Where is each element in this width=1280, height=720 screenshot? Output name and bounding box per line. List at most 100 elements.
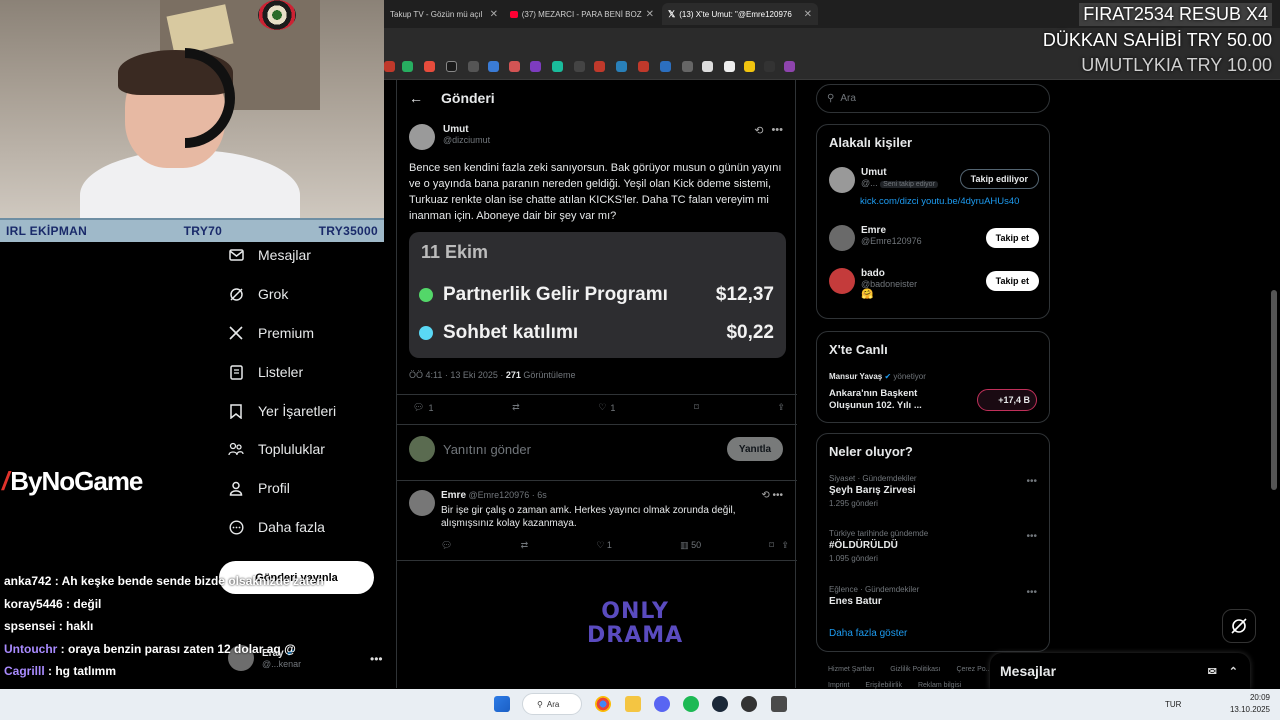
repost-icon[interactable]: ⇄ [512, 402, 520, 413]
bookmark-icon[interactable]: ⌑ ⇪ [769, 540, 789, 551]
reply-composer[interactable]: Yanıtını gönder [409, 436, 531, 462]
more-icon[interactable]: ••• [1026, 587, 1037, 598]
more-circle-icon [228, 519, 244, 535]
reply-input[interactable]: Yanıtını gönder [443, 442, 531, 457]
nav-messages[interactable]: Mesajlar [228, 247, 311, 263]
close-icon[interactable]: ✕ [646, 9, 654, 20]
nav-communities[interactable]: Topluluklar [228, 441, 325, 457]
nav-bookmarks[interactable]: Yer İşaretleri [228, 403, 336, 419]
bookmark-icon[interactable] [764, 61, 775, 72]
avatar[interactable] [409, 490, 435, 516]
bookmark-icon[interactable] [594, 61, 605, 72]
post-image[interactable]: 11 Ekim Partnerlik Gelir Programı $12,37… [409, 232, 786, 358]
bookmark-icon[interactable] [424, 61, 435, 72]
more-icon[interactable]: ⟲ ••• [761, 490, 783, 501]
calculator-icon[interactable] [771, 696, 787, 712]
nav-grok[interactable]: Grok [228, 286, 288, 302]
bookmark-icon[interactable] [402, 61, 413, 72]
footer-link[interactable]: Imprint [828, 682, 849, 689]
repost-icon[interactable]: ⇄ [521, 540, 529, 551]
bookmark-icon[interactable] [446, 61, 457, 72]
like-action[interactable]: ♡ 1 [598, 402, 615, 413]
back-arrow-icon[interactable]: ← [409, 90, 423, 106]
avatar[interactable] [829, 268, 855, 294]
bookmark-icon[interactable] [682, 61, 693, 72]
trend-item[interactable]: Siyaset · Gündemdekiler Şeyh Barış Zirve… [829, 474, 917, 508]
related-person[interactable]: Umut @... Seni takip ediyor [829, 167, 938, 193]
tab-takup[interactable]: Takup TV - Gözün mü açıl ✕ [384, 3, 504, 25]
views-action[interactable]: ▥ 50 [680, 540, 701, 551]
bookmark-icon[interactable] [744, 61, 755, 72]
nav-premium[interactable]: Premium [228, 325, 314, 341]
discord-icon[interactable] [654, 696, 670, 712]
like-action[interactable]: ♡ 1 [596, 540, 612, 551]
bookmark-icon[interactable] [638, 61, 649, 72]
new-message-icon[interactable]: ✉ [1208, 665, 1217, 678]
messages-drawer[interactable]: Mesajlar ✉ ⌃ [990, 653, 1250, 689]
clock[interactable]: 20:09 13.10.2025 [1230, 692, 1270, 716]
reply-action[interactable]: 💬︎ 1 [413, 402, 433, 413]
follow-button[interactable]: Takip et [985, 228, 1039, 248]
bookmark-icon[interactable] [724, 61, 735, 72]
bookmark-icon[interactable] [384, 61, 395, 72]
live-listener-count[interactable]: +17,4 B [977, 389, 1037, 411]
reply-button[interactable]: Yanıtla [727, 437, 783, 461]
show-more-link[interactable]: Daha fazla göster [829, 628, 907, 639]
author-name[interactable]: Umut [443, 124, 490, 135]
spotify-icon[interactable] [683, 696, 699, 712]
bio-link[interactable]: kick.com/dizci youtu.be/4dyruAHUs40 [860, 196, 1019, 207]
bookmark-icon[interactable] [616, 61, 627, 72]
close-icon[interactable]: ✕ [490, 9, 498, 20]
related-person[interactable]: Emre @Emre120976 [829, 225, 922, 251]
bookmark-icon[interactable] [552, 61, 563, 72]
expand-icon[interactable]: ⌃ [1229, 665, 1238, 678]
live-card[interactable]: X'te Canlı Mansur Yavaş ✔ yönetiyor Anka… [816, 331, 1050, 423]
chrome-icon[interactable] [595, 696, 611, 712]
reply-icon[interactable]: 💬︎ [441, 540, 452, 551]
footer-link[interactable]: Erişilebilirlik [865, 682, 902, 689]
trend-item[interactable]: Türkiye tarihinde gündemde #ÖLDÜRÜLDÜ 1.… [829, 529, 928, 563]
search-input[interactable]: ⚲ Ara [816, 84, 1050, 113]
post-author[interactable]: Umut @dizciumut [409, 124, 490, 150]
avatar[interactable] [829, 225, 855, 251]
folder-icon[interactable] [625, 696, 641, 712]
tab-x[interactable]: 𝕏 (13) X'te Umut: "@Emre120976 ✕ [662, 3, 818, 25]
bookmark-icon[interactable] [530, 61, 541, 72]
grok-button[interactable] [1222, 609, 1256, 643]
footer-link[interactable]: Hizmet Şartları [828, 666, 874, 673]
steam-icon[interactable] [712, 696, 728, 712]
bookmark-icon[interactable] [702, 61, 713, 72]
close-icon[interactable]: ✕ [804, 9, 812, 20]
share-icon[interactable]: ⇪ [777, 402, 785, 413]
following-button[interactable]: Takip ediliyor [959, 169, 1039, 189]
follow-button[interactable]: Takip et [985, 271, 1039, 291]
footer-link[interactable]: Çerez Po... [956, 666, 991, 673]
more-icon[interactable]: ••• [771, 124, 783, 137]
bookmark-icon[interactable] [660, 61, 671, 72]
avatar[interactable] [409, 124, 435, 150]
bookmark-icon[interactable] [509, 61, 520, 72]
grok-icon[interactable]: ⟲ [754, 124, 763, 137]
language-indicator[interactable]: TUR [1165, 700, 1181, 709]
bookmark-icon[interactable] [488, 61, 499, 72]
nav-lists[interactable]: Listeler [228, 364, 303, 380]
bookmark-icon[interactable]: ⌑ [694, 402, 699, 413]
nav-profile[interactable]: Profil [228, 480, 290, 496]
footer-link[interactable]: Gizlilik Politikası [890, 666, 940, 673]
windows-start-icon[interactable] [494, 696, 510, 712]
bookmark-icon[interactable] [784, 61, 795, 72]
obs-icon[interactable] [741, 696, 757, 712]
avatar[interactable] [829, 167, 855, 193]
trend-item[interactable]: Eğlence · Gündemdekiler Enes Batur [829, 585, 919, 607]
more-icon[interactable]: ••• [1026, 476, 1037, 487]
bookmark-icon[interactable] [468, 61, 479, 72]
footer-link[interactable]: Reklam bilgisi [918, 682, 961, 689]
nav-more[interactable]: Daha fazla [228, 519, 325, 535]
chat-text: : oraya benzin parası zaten 12 dolar aq … [57, 641, 296, 656]
taskbar-search[interactable]: ⚲ Ara [522, 693, 582, 715]
related-person[interactable]: bado @badoneister 🤗 [829, 268, 917, 300]
scrollbar[interactable] [1271, 290, 1277, 490]
tab-youtube[interactable]: (37) MEZARCI - PARA BENİ BOZ ✕ [504, 3, 660, 25]
bookmark-icon[interactable] [574, 61, 585, 72]
more-icon[interactable]: ••• [1026, 531, 1037, 542]
